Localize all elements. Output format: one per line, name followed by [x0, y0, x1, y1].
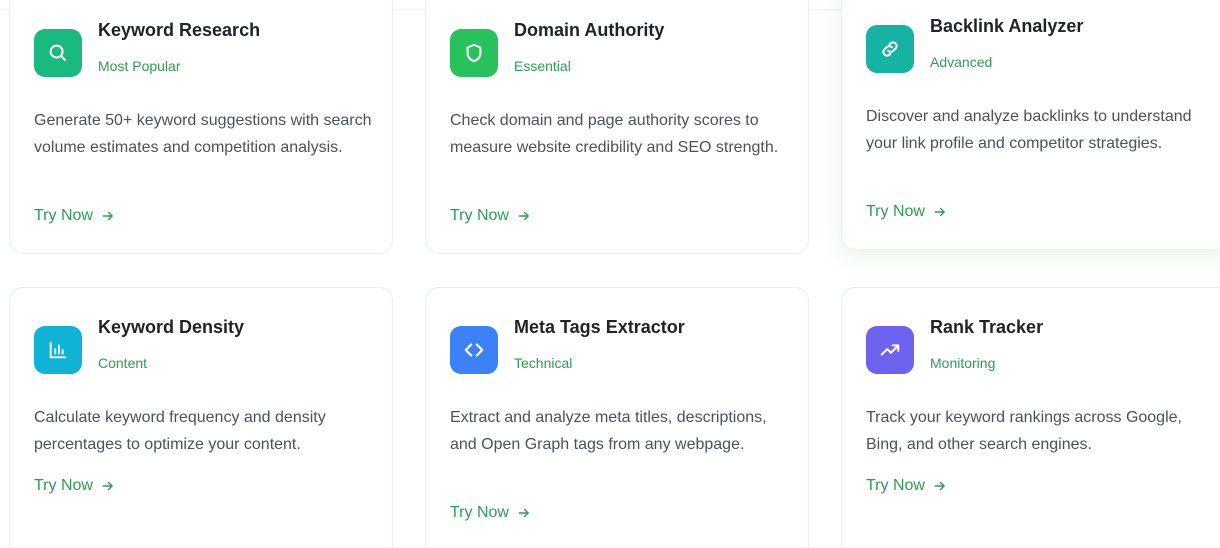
tool-title: Keyword Research — [98, 20, 261, 40]
arrow-right-icon — [933, 205, 947, 219]
shield-icon — [450, 29, 498, 77]
tool-card-backlink-analyzer[interactable]: Backlink Analyzer Advanced Discover and … — [841, 0, 1220, 250]
try-now-label: Try Now — [34, 207, 93, 224]
try-now-label: Try Now — [450, 207, 509, 224]
tool-tag: Most Popular — [98, 58, 181, 74]
arrow-right-icon — [101, 479, 115, 493]
tool-tag: Technical — [514, 355, 573, 371]
try-now-link[interactable]: Try Now — [34, 207, 115, 225]
tool-card-rank-tracker[interactable]: Rank Tracker Monitoring Track your keywo… — [841, 287, 1220, 548]
tool-title: Keyword Density — [98, 317, 245, 337]
search-icon — [34, 29, 82, 77]
try-now-link[interactable]: Try Now — [450, 207, 531, 225]
tool-card-keyword-density[interactable]: Keyword Density Content Calculate keywor… — [9, 287, 393, 548]
tool-card-domain-authority[interactable]: Domain Authority Essential Check domain … — [425, 0, 809, 254]
code-icon — [450, 326, 498, 374]
try-now-link[interactable]: Try Now — [866, 203, 947, 221]
tool-card-keyword-research[interactable]: Keyword Research Most Popular Generate 5… — [9, 0, 393, 254]
tools-grid-page: Keyword Research Most Popular Generate 5… — [0, 0, 1220, 548]
tool-description: Check domain and page authority scores t… — [450, 112, 779, 156]
tool-description: Track your keyword rankings across Googl… — [866, 409, 1182, 453]
try-now-link[interactable]: Try Now — [866, 477, 947, 495]
bar-chart-icon — [34, 326, 82, 374]
try-now-label: Try Now — [34, 477, 93, 494]
tool-description: Extract and analyze meta titles, descrip… — [450, 409, 767, 453]
tool-tag: Content — [98, 355, 148, 371]
try-now-label: Try Now — [450, 504, 509, 521]
try-now-label: Try Now — [866, 203, 925, 220]
tool-description: Generate 50+ keyword suggestions with se… — [34, 112, 372, 156]
trending-up-icon — [866, 326, 914, 374]
arrow-right-icon — [517, 506, 531, 520]
tool-tag: Essential — [514, 58, 571, 74]
tool-title: Domain Authority — [514, 20, 665, 40]
tool-tag: Monitoring — [930, 355, 996, 371]
tool-card-meta-tags-extractor[interactable]: Meta Tags Extractor Technical Extract an… — [425, 287, 809, 548]
tool-description: Discover and analyze backlinks to unders… — [866, 108, 1192, 152]
tool-title: Backlink Analyzer — [930, 16, 1084, 36]
try-now-label: Try Now — [866, 477, 925, 494]
try-now-link[interactable]: Try Now — [450, 504, 531, 522]
tool-title: Rank Tracker — [930, 317, 1044, 337]
tool-description: Calculate keyword frequency and density … — [34, 409, 326, 453]
try-now-link[interactable]: Try Now — [34, 477, 115, 495]
arrow-right-icon — [101, 209, 115, 223]
tool-tag: Advanced — [930, 54, 993, 70]
link-icon — [866, 25, 914, 73]
arrow-right-icon — [933, 479, 947, 493]
arrow-right-icon — [517, 209, 531, 223]
tool-title: Meta Tags Extractor — [514, 317, 685, 337]
